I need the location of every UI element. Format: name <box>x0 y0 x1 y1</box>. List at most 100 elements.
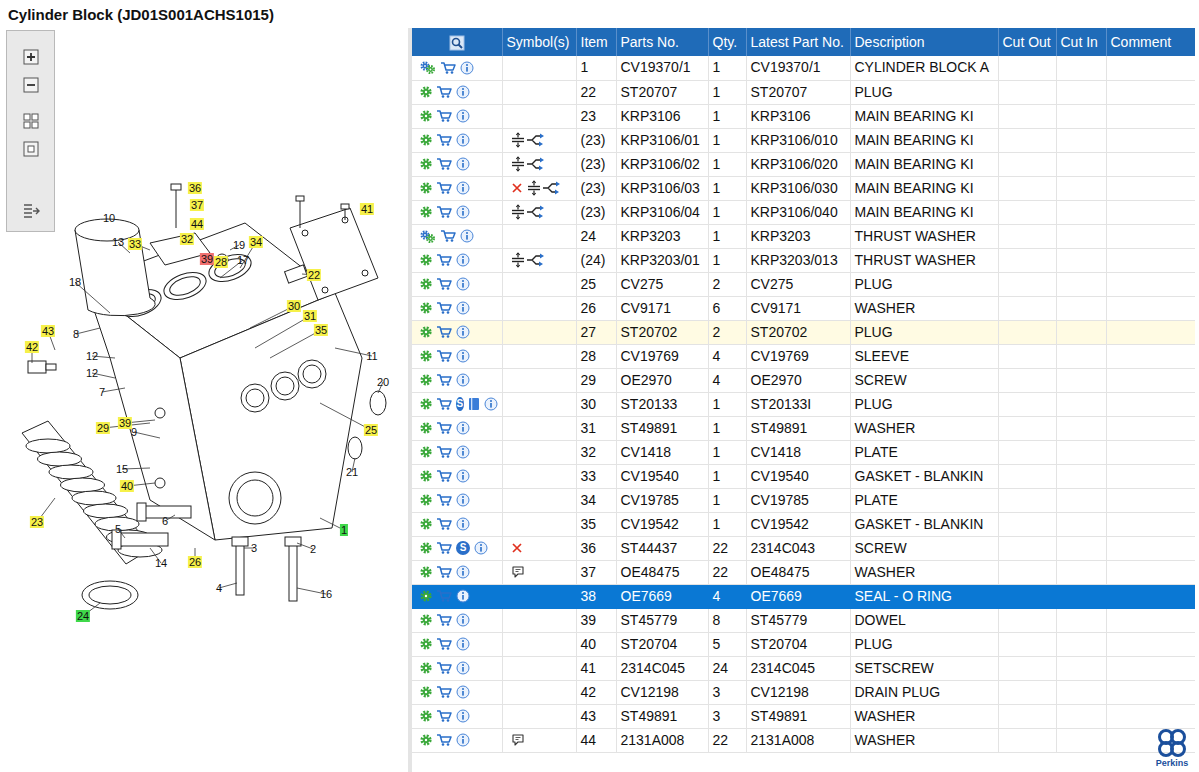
column-header[interactable]: Item <box>576 28 616 56</box>
gear-icon[interactable] <box>420 638 432 650</box>
table-row[interactable]: (23)KRP3106/011KRP3106/010MAIN BEARING K… <box>412 128 1195 152</box>
gear-icon[interactable] <box>420 86 432 98</box>
gear-icon[interactable] <box>420 662 432 674</box>
cart-icon[interactable] <box>436 541 452 555</box>
callout[interactable]: 13 <box>111 236 125 248</box>
callout[interactable]: 9 <box>130 426 138 438</box>
toolbar-button[interactable] <box>21 111 41 131</box>
cart-icon[interactable] <box>436 733 452 747</box>
info-icon[interactable] <box>456 85 470 99</box>
cart-icon[interactable] <box>436 277 452 291</box>
gear-icon[interactable] <box>420 134 432 146</box>
gear-icon[interactable] <box>420 710 432 722</box>
callout[interactable]: 44 <box>190 218 204 230</box>
table-row[interactable]: 33CV195401CV19540GASKET - BLANKIN <box>412 464 1195 488</box>
column-header[interactable]: Parts No. <box>616 28 708 56</box>
cart-icon[interactable] <box>436 589 452 603</box>
toolbar-button[interactable] <box>21 139 41 159</box>
callout[interactable]: 23 <box>30 516 44 528</box>
info-icon[interactable] <box>456 493 470 507</box>
gear-icon[interactable] <box>420 182 432 194</box>
cart-icon[interactable] <box>440 229 456 243</box>
callout[interactable]: 17 <box>236 254 250 266</box>
toolbar-button[interactable] <box>21 47 41 67</box>
cart-icon[interactable] <box>436 85 452 99</box>
info-icon[interactable] <box>460 61 474 75</box>
assembly-gears-icon[interactable] <box>420 230 436 243</box>
cart-icon[interactable] <box>436 445 452 459</box>
callout[interactable]: 24 <box>76 610 90 622</box>
callout[interactable]: 1 <box>340 524 348 536</box>
table-row[interactable]: (23)KRP3106/041KRP3106/040MAIN BEARING K… <box>412 200 1195 224</box>
callout[interactable]: 26 <box>188 556 202 568</box>
callout[interactable]: 12 <box>85 350 99 362</box>
table-row[interactable]: 24KRP32031KRP3203THRUST WASHER <box>412 224 1195 248</box>
callout[interactable]: 8 <box>72 328 80 340</box>
callout[interactable]: 19 <box>232 239 246 251</box>
info-icon[interactable] <box>456 205 470 219</box>
callout[interactable]: 5 <box>114 523 122 535</box>
column-header[interactable] <box>412 28 502 56</box>
cart-icon[interactable] <box>436 301 452 315</box>
callout[interactable]: 4 <box>215 582 223 594</box>
manual-book-icon[interactable] <box>468 397 480 411</box>
toolbar-button[interactable] <box>21 201 41 221</box>
table-row[interactable]: 27ST207022ST20702PLUG <box>412 320 1195 344</box>
gear-icon[interactable] <box>420 494 432 506</box>
callout[interactable]: 15 <box>115 463 129 475</box>
info-icon[interactable] <box>456 589 470 603</box>
gear-icon[interactable] <box>420 470 432 482</box>
cart-icon[interactable] <box>436 421 452 435</box>
callout[interactable]: 29 <box>96 422 110 434</box>
table-row[interactable]: 35CV195421CV19542GASKET - BLANKIN <box>412 512 1195 536</box>
callout[interactable]: 40 <box>120 480 134 492</box>
table-row[interactable]: 26CV91716CV9171WASHER <box>412 296 1195 320</box>
callout[interactable]: 31 <box>303 310 317 322</box>
callout[interactable]: 2 <box>309 543 317 555</box>
callout[interactable]: 21 <box>345 466 359 478</box>
info-icon[interactable] <box>474 541 488 555</box>
gear-icon[interactable] <box>420 518 432 530</box>
cart-icon[interactable] <box>436 253 452 267</box>
table-row[interactable]: (24)KRP3203/011KRP3203/013THRUST WASHER <box>412 248 1195 272</box>
gear-icon[interactable] <box>420 566 432 578</box>
cart-icon[interactable] <box>436 325 452 339</box>
callout[interactable]: 43 <box>41 325 55 337</box>
info-icon[interactable] <box>456 277 470 291</box>
callout[interactable]: 28 <box>214 256 228 268</box>
callout[interactable]: 6 <box>161 515 169 527</box>
cart-icon[interactable] <box>436 205 452 219</box>
cart-icon[interactable] <box>436 685 452 699</box>
gear-icon[interactable] <box>420 590 432 602</box>
table-row[interactable]: 42CV121983CV12198DRAIN PLUG <box>412 680 1195 704</box>
table-row[interactable]: 32CV14181CV1418PLATE <box>412 440 1195 464</box>
table-row[interactable]: 43ST498913ST49891WASHER <box>412 704 1195 728</box>
gear-icon[interactable] <box>420 734 432 746</box>
gear-icon[interactable] <box>420 374 432 386</box>
info-icon[interactable] <box>456 733 470 747</box>
gear-icon[interactable] <box>420 446 432 458</box>
callout[interactable]: 22 <box>307 269 321 281</box>
callout[interactable]: 41 <box>360 203 374 215</box>
gear-icon[interactable] <box>420 302 432 314</box>
gear-icon[interactable] <box>420 278 432 290</box>
info-icon[interactable] <box>456 181 470 195</box>
gear-icon[interactable] <box>420 350 432 362</box>
callout[interactable]: 36 <box>188 182 202 194</box>
table-row[interactable]: 23KRP31061KRP3106MAIN BEARING KI <box>412 104 1195 128</box>
callout[interactable]: 39 <box>118 417 132 429</box>
gear-icon[interactable] <box>420 326 432 338</box>
table-row[interactable]: 39ST457798ST45779DOWEL <box>412 608 1195 632</box>
callout[interactable]: 20 <box>376 376 390 388</box>
callout[interactable]: 33 <box>128 238 142 250</box>
gear-icon[interactable] <box>420 614 432 626</box>
callout[interactable]: 35 <box>314 324 328 336</box>
table-row[interactable]: (23)KRP3106/031KRP3106/030MAIN BEARING K… <box>412 176 1195 200</box>
toolbar-button[interactable] <box>21 75 41 95</box>
table-row[interactable]: 37OE4847522OE48475WASHER <box>412 560 1195 584</box>
info-icon[interactable] <box>456 613 470 627</box>
info-icon[interactable] <box>456 349 470 363</box>
gear-icon[interactable] <box>420 422 432 434</box>
cart-icon[interactable] <box>436 133 452 147</box>
column-header[interactable]: Qty. <box>708 28 746 56</box>
